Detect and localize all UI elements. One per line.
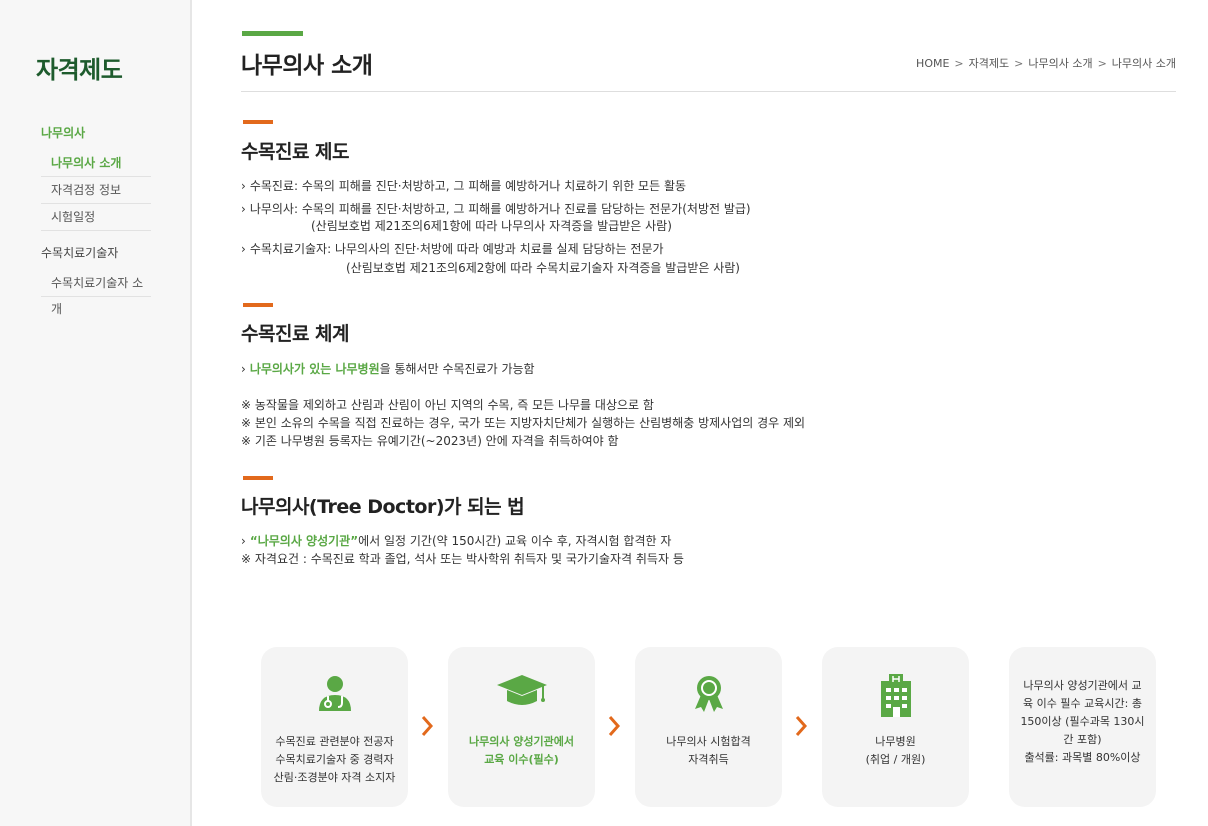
process-card-exam: 나무의사 시험합격 자격취득	[635, 647, 782, 807]
sidebar-category-tree-doctor[interactable]: 나무의사	[41, 124, 85, 141]
section-accent-bar	[243, 476, 273, 480]
breadcrumb: HOME > 자격제도 > 나무의사 소개 > 나무의사 소개	[916, 55, 1176, 71]
card-note: 나무의사 양성기관에서 교 육 이수 필수 교육시간: 총 150이상 (필수과…	[1020, 679, 1145, 764]
sidebar-item-tree-doctor-intro[interactable]: 나무의사 소개	[41, 150, 151, 177]
chevron-right-icon	[608, 716, 621, 736]
chevron-right-icon: >	[1097, 56, 1107, 70]
section-accent-bar	[243, 303, 273, 307]
sidebar-item-exam-schedule[interactable]: 시험일정	[41, 204, 151, 231]
header-divider	[241, 91, 1176, 92]
graduation-cap-icon	[448, 673, 595, 719]
bullet-line: › 수목치료기술자: 나무의사의 진단·처방에 따라 예방과 치료를 실제 담당하…	[241, 242, 664, 256]
chevron-right-icon	[795, 716, 808, 736]
chevron-right-icon: >	[954, 56, 964, 70]
breadcrumb-current: 나무의사 소개	[1111, 57, 1176, 70]
card-text: 나무의사 시험합격 자격취득	[666, 735, 751, 766]
page-title: 나무의사 소개	[241, 53, 373, 79]
section-title-how-to: 나무의사(Tree Doctor)가 되는 법	[241, 496, 525, 518]
process-card-hospital: 나무병원 (취업 / 개원)	[822, 647, 969, 807]
sidebar: 자격제도 나무의사 나무의사 소개 자격검정 정보 시험일정 수목치료기술자 수…	[0, 0, 192, 826]
doctor-icon	[261, 673, 408, 719]
bullet-line: › “나무의사 양성기관”에서 일정 기간(약 150시간) 교육 이수 후, 자…	[241, 534, 672, 548]
bullet-line: › 나무의사가 있는 나무병원을 통해서만 수목진료가 가능함	[241, 362, 535, 376]
sidebar-item-qualification-info[interactable]: 자격검정 정보	[41, 177, 151, 204]
note-line: ※ 농작물을 제외하고 산림과 산림이 아닌 지역의 수목, 즉 모든 나무를 …	[241, 398, 654, 412]
title-accent-bar	[242, 31, 303, 36]
note-line: ※ 본인 소유의 수목을 직접 진료하는 경우, 국가 또는 지방자치단체가 실…	[241, 416, 806, 430]
hospital-building-icon	[822, 673, 969, 719]
sidebar-title: 자격제도	[36, 56, 123, 84]
sidebar-item-technician-intro[interactable]: 수목치료기술자 소개	[41, 270, 151, 316]
award-ribbon-icon	[635, 673, 782, 719]
process-card-education: 나무의사 양성기관에서 교육 이수(필수)	[448, 647, 595, 807]
note-line: ※ 기존 나무병원 등록자는 유예기간(~2023년) 안에 자격을 취득하여야…	[241, 434, 619, 448]
breadcrumb-item[interactable]: 자격제도	[969, 55, 1009, 71]
card-text: 나무병원 (취업 / 개원)	[865, 735, 926, 766]
section-title-structure: 수목진료 체계	[241, 323, 350, 345]
sidebar-category-tree-technician[interactable]: 수목치료기술자	[41, 244, 118, 261]
bullet-subline: (산림보호법 제21조의6제1항에 따라 나무의사 자격증을 발급받은 사람)	[311, 219, 672, 233]
process-card-requirements: 나무의사 양성기관에서 교 육 이수 필수 교육시간: 총 150이상 (필수과…	[1009, 647, 1156, 807]
breadcrumb-home[interactable]: HOME	[916, 57, 949, 70]
note-line: ※ 자격요건 : 수목진료 학과 졸업, 석사 또는 박사학위 취득자 및 국가…	[241, 552, 684, 566]
bullet-subline: (산림보호법 제21조의6제2항에 따라 수목치료기술자 자격증을 발급받은 사…	[346, 261, 740, 275]
chevron-right-icon	[421, 716, 434, 736]
chevron-right-icon: >	[1014, 56, 1024, 70]
bullet-line: › 수목진료: 수목의 피해를 진단·처방하고, 그 피해를 예방하거나 치료하기…	[241, 179, 687, 193]
card-text: 나무의사 양성기관에서 교육 이수(필수)	[468, 735, 575, 766]
bullet-line: › 나무의사: 수목의 피해를 진단·처방하고, 그 피해를 예방하거나 진료를 …	[241, 202, 751, 216]
card-text: 수목진료 관련분야 전공자 수목치료기술자 중 경력자 산림·조경분야 자격 소…	[273, 735, 396, 784]
breadcrumb-item[interactable]: 나무의사 소개	[1028, 55, 1092, 71]
process-card-eligibility: 수목진료 관련분야 전공자 수목치료기술자 중 경력자 산림·조경분야 자격 소…	[261, 647, 408, 807]
section-title-system: 수목진료 제도	[241, 141, 350, 163]
section-accent-bar	[243, 120, 273, 124]
